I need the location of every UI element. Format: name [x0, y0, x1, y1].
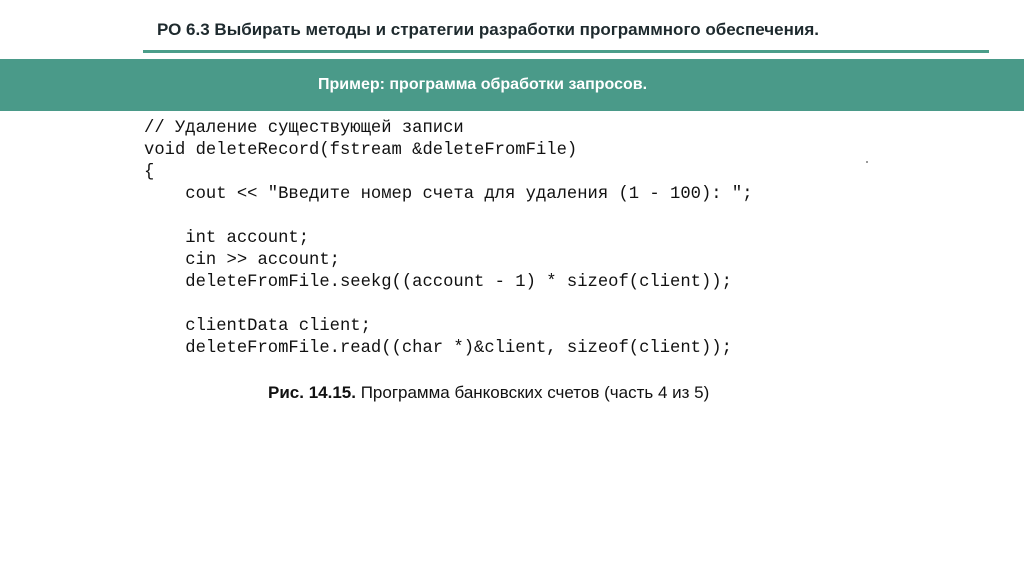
- code-line: deleteFromFile.read((char *)&client, siz…: [144, 339, 732, 358]
- code-line: int account;: [144, 229, 310, 248]
- code-line: cin >> account;: [144, 251, 340, 270]
- code-listing: // Удаление существующей записи void dele…: [144, 118, 753, 360]
- code-line: clientData client;: [144, 317, 371, 336]
- code-line: cout << "Введите номер счета для удалени…: [144, 185, 753, 204]
- code-line: {: [144, 163, 155, 182]
- figure-caption-label: Рис. 14.15.: [268, 383, 356, 402]
- code-line: deleteFromFile.seekg((account - 1) * siz…: [144, 273, 732, 292]
- scan-speck: [866, 161, 868, 163]
- code-line: void deleteRecord(fstream &deleteFromFil…: [144, 141, 578, 160]
- code-line: // Удаление существующей записи: [144, 119, 464, 138]
- banner-text: Пример: программа обработки запросов.: [318, 76, 648, 93]
- figure-caption: Рис. 14.15. Программа банковских счетов …: [268, 383, 709, 403]
- title-divider: [143, 50, 989, 53]
- figure-caption-text: Программа банковских счетов (часть 4 из …: [355, 383, 710, 402]
- subtitle-banner: Пример: программа обработки запросов.: [0, 59, 1024, 111]
- slide-title: РО 6.3 Выбирать методы и стратегии разра…: [157, 20, 819, 39]
